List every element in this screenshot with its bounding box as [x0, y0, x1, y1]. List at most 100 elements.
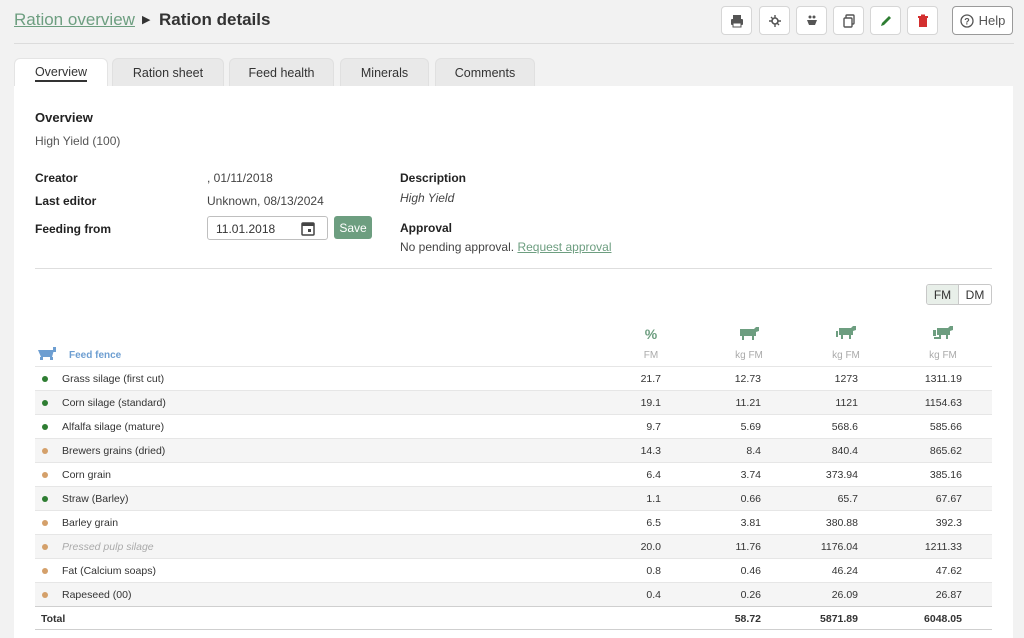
breadcrumb-separator-icon: ▶ [142, 14, 151, 26]
feed-mixer-button[interactable] [796, 6, 827, 35]
cell-kg3: 67.67 [935, 493, 962, 505]
table-row[interactable]: Pressed pulp silage 20.0 11.76 1176.04 1211.… [35, 534, 992, 558]
feed-type-dot-icon [42, 592, 48, 598]
page-header: Ration overview ▶ Ration details ? Help [0, 0, 1024, 44]
cell-pct: 6.4 [646, 469, 661, 481]
feed-type-dot-icon [42, 520, 48, 526]
breadcrumb-ration-overview-link[interactable]: Ration overview [14, 10, 135, 30]
edit-button[interactable] [870, 6, 901, 35]
unit-label: kg FM [929, 350, 957, 361]
tab-label: Comments [454, 66, 516, 80]
feed-type-dot-icon [42, 472, 48, 478]
table-row[interactable]: Fat (Calcium soaps) 0.8 0.46 46.24 47.62 [35, 558, 992, 582]
feed-type-dot-icon [42, 544, 48, 550]
cell-kg3: 26.87 [935, 589, 962, 601]
last-editor-value: Unknown, 08/13/2024 [207, 194, 324, 208]
feed-type-dot-icon [42, 424, 48, 430]
cell-kg: 5.69 [740, 421, 761, 433]
cell-pct: 20.0 [640, 541, 661, 553]
cell-kg2: 1273 [834, 373, 858, 385]
cell-pct: 1.1 [646, 493, 661, 505]
cell-kg2: 568.6 [831, 421, 858, 433]
feed-name: Rapeseed (00) [62, 589, 132, 601]
print-button[interactable] [721, 6, 752, 35]
description-label: Description [400, 171, 467, 185]
delete-button[interactable] [907, 6, 938, 35]
cell-kg3: 385.16 [929, 469, 962, 481]
cell-kg2: 46.24 [831, 565, 858, 577]
help-button[interactable]: ? Help [952, 6, 1013, 35]
description-value: High Yield [400, 191, 455, 205]
feed-name: Fat (Calcium soaps) [62, 565, 156, 577]
percent-column-icon: % [621, 326, 681, 344]
tab-label: Feed health [248, 66, 315, 80]
tab-label: Ration sheet [132, 66, 204, 80]
unit-toggle: FM DM [926, 284, 992, 305]
optimize-icon [768, 14, 781, 27]
group-cows-icon [816, 326, 876, 345]
svg-text:?: ? [964, 16, 970, 26]
fm-toggle-button[interactable]: FM [927, 285, 960, 304]
cell-pct: 0.4 [646, 589, 661, 601]
total-kg2: 5871.89 [820, 613, 858, 625]
save-button[interactable]: Save [334, 216, 372, 239]
table-row[interactable]: Brewers grains (dried) 14.3 8.4 840.4 865.62 [35, 438, 992, 462]
table-row[interactable]: Rapeseed (00) 0.4 0.26 26.09 26.87 [35, 582, 992, 606]
table-row[interactable]: Straw (Barley) 1.1 0.66 65.7 67.67 [35, 486, 992, 510]
feed-name: Grass silage (first cut) [62, 373, 165, 385]
approval-text: No pending approval. [400, 240, 515, 254]
copy-icon [842, 13, 855, 28]
calendar-icon[interactable] [301, 221, 315, 236]
cell-kg3: 47.62 [935, 565, 962, 577]
approval-label: Approval [400, 221, 453, 235]
feed-type-dot-icon [42, 376, 48, 382]
date-value: 11.01.2018 [216, 222, 276, 236]
feed-name: Pressed pulp silage [62, 541, 154, 553]
cell-kg: 11.21 [735, 397, 762, 409]
total-row: Total 58.72 5871.89 6048.05 [35, 606, 992, 630]
cell-kg2: 1121 [835, 397, 858, 409]
feed-type-dot-icon [42, 496, 48, 502]
print-icon [730, 14, 743, 27]
tab-feed-health[interactable]: Feed health [229, 58, 334, 87]
cell-pct: 9.7 [646, 421, 661, 433]
tab-overview[interactable]: Overview [14, 58, 108, 88]
feeding-from-label: Feeding from [35, 222, 112, 236]
table-row[interactable]: Corn grain 6.4 3.74 373.94 385.16 [35, 462, 992, 486]
tab-comments[interactable]: Comments [435, 58, 535, 87]
cell-kg3: 1154.63 [924, 397, 962, 409]
tab-minerals[interactable]: Minerals [340, 58, 429, 87]
percent-symbol: % [644, 326, 658, 342]
feed-fence-label: Feed fence [69, 350, 122, 361]
feed-fence-icon [38, 347, 56, 360]
tab-ration-sheet[interactable]: Ration sheet [112, 58, 224, 87]
cell-pct: 21.7 [640, 373, 661, 385]
dm-toggle-button[interactable]: DM [959, 285, 991, 304]
table-row[interactable]: Barley grain 6.5 3.81 380.88 392.3 [35, 510, 992, 534]
feed-name: Corn silage (standard) [62, 397, 166, 409]
help-label: Help [978, 13, 1006, 28]
herd-icon [913, 326, 973, 345]
table-row[interactable]: Grass silage (first cut) 21.7 12.73 1273 131… [35, 366, 992, 390]
request-approval-link[interactable]: Request approval [517, 240, 611, 254]
approval-status: No pending approval. Request approval [400, 240, 612, 254]
ration-name: High Yield (100) [35, 134, 121, 148]
feeding-from-date-input[interactable]: 11.01.2018 [207, 216, 328, 240]
table-row[interactable]: Alfalfa silage (mature) 9.7 5.69 568.6 585.6… [35, 414, 992, 438]
unit-label: kg FM [735, 350, 763, 361]
cell-kg: 8.4 [746, 445, 761, 457]
feed-type-dot-icon [42, 400, 48, 406]
copy-button[interactable] [833, 6, 864, 35]
cell-kg2: 26.09 [831, 589, 858, 601]
optimize-button[interactable] [759, 6, 790, 35]
section-divider [35, 268, 992, 269]
feed-mixer-icon [806, 15, 817, 25]
total-kg: 58.72 [734, 613, 761, 625]
trash-icon [917, 14, 928, 27]
feed-table: Grass silage (first cut) 21.7 12.73 1273 131… [35, 366, 992, 630]
table-row[interactable]: Corn silage (standard) 19.1 11.21 1121 1154.… [35, 390, 992, 414]
last-editor-label: Last editor [35, 194, 97, 208]
unit-label: FM [643, 350, 659, 361]
unit-label: kg FM [832, 350, 860, 361]
cell-pct: 19.1 [640, 397, 661, 409]
